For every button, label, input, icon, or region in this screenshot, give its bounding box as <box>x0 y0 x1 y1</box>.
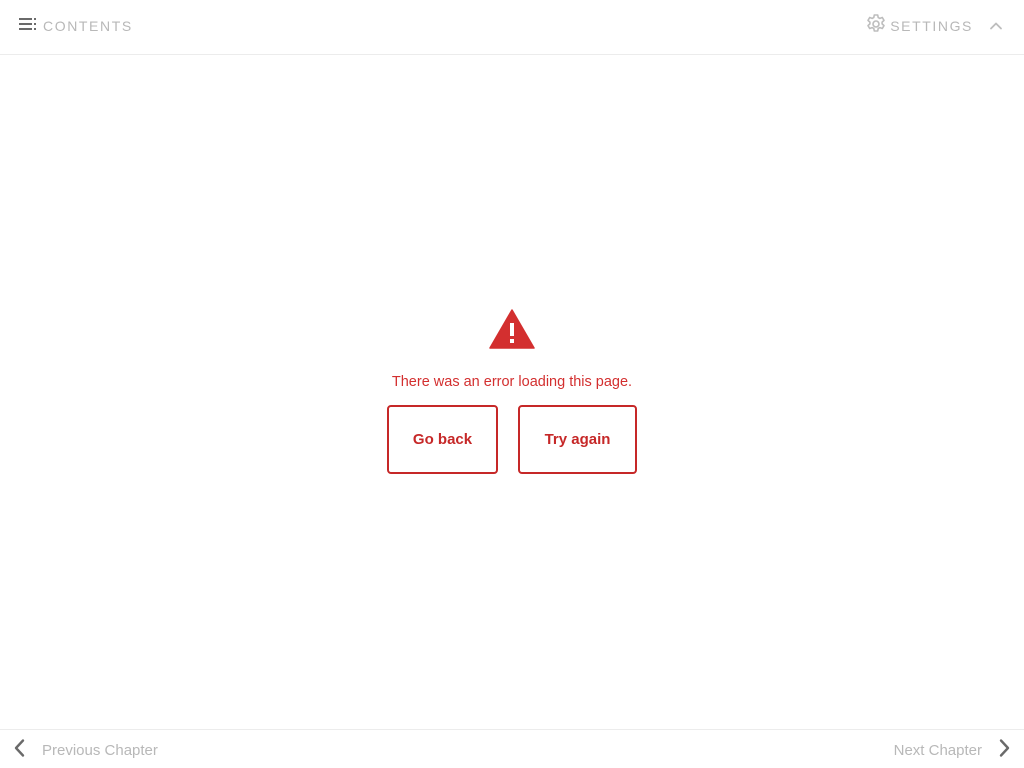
previous-chapter-label: Previous Chapter <box>42 741 158 759</box>
chevron-right-icon <box>992 736 1016 765</box>
settings-label: SETTINGS <box>890 18 973 34</box>
top-toolbar: CONTENTS SETTINGS <box>0 0 1024 55</box>
error-message: There was an error loading this page. <box>391 374 633 390</box>
contents-label: CONTENTS <box>43 18 133 34</box>
try-again-button[interactable]: Try again <box>518 405 637 474</box>
collapse-toolbar-button[interactable] <box>984 14 1008 38</box>
chevron-left-icon <box>8 736 32 765</box>
error-panel: There was an error loading this page. Go… <box>0 308 1024 474</box>
chevron-up-icon <box>984 22 1008 42</box>
contents-button[interactable]: CONTENTS <box>16 14 133 38</box>
chapter-navigation: Previous Chapter Next Chapter <box>0 729 1024 768</box>
go-back-button[interactable]: Go back <box>387 405 498 474</box>
previous-chapter-button[interactable]: Previous Chapter <box>8 738 158 762</box>
next-chapter-label: Next Chapter <box>893 741 982 759</box>
warning-icon <box>489 309 535 349</box>
next-chapter-button[interactable]: Next Chapter <box>894 738 1016 762</box>
error-actions: Go back Try again <box>0 405 1024 474</box>
gear-icon <box>864 12 888 41</box>
toc-icon <box>16 12 40 41</box>
settings-button[interactable]: SETTINGS <box>864 12 973 41</box>
